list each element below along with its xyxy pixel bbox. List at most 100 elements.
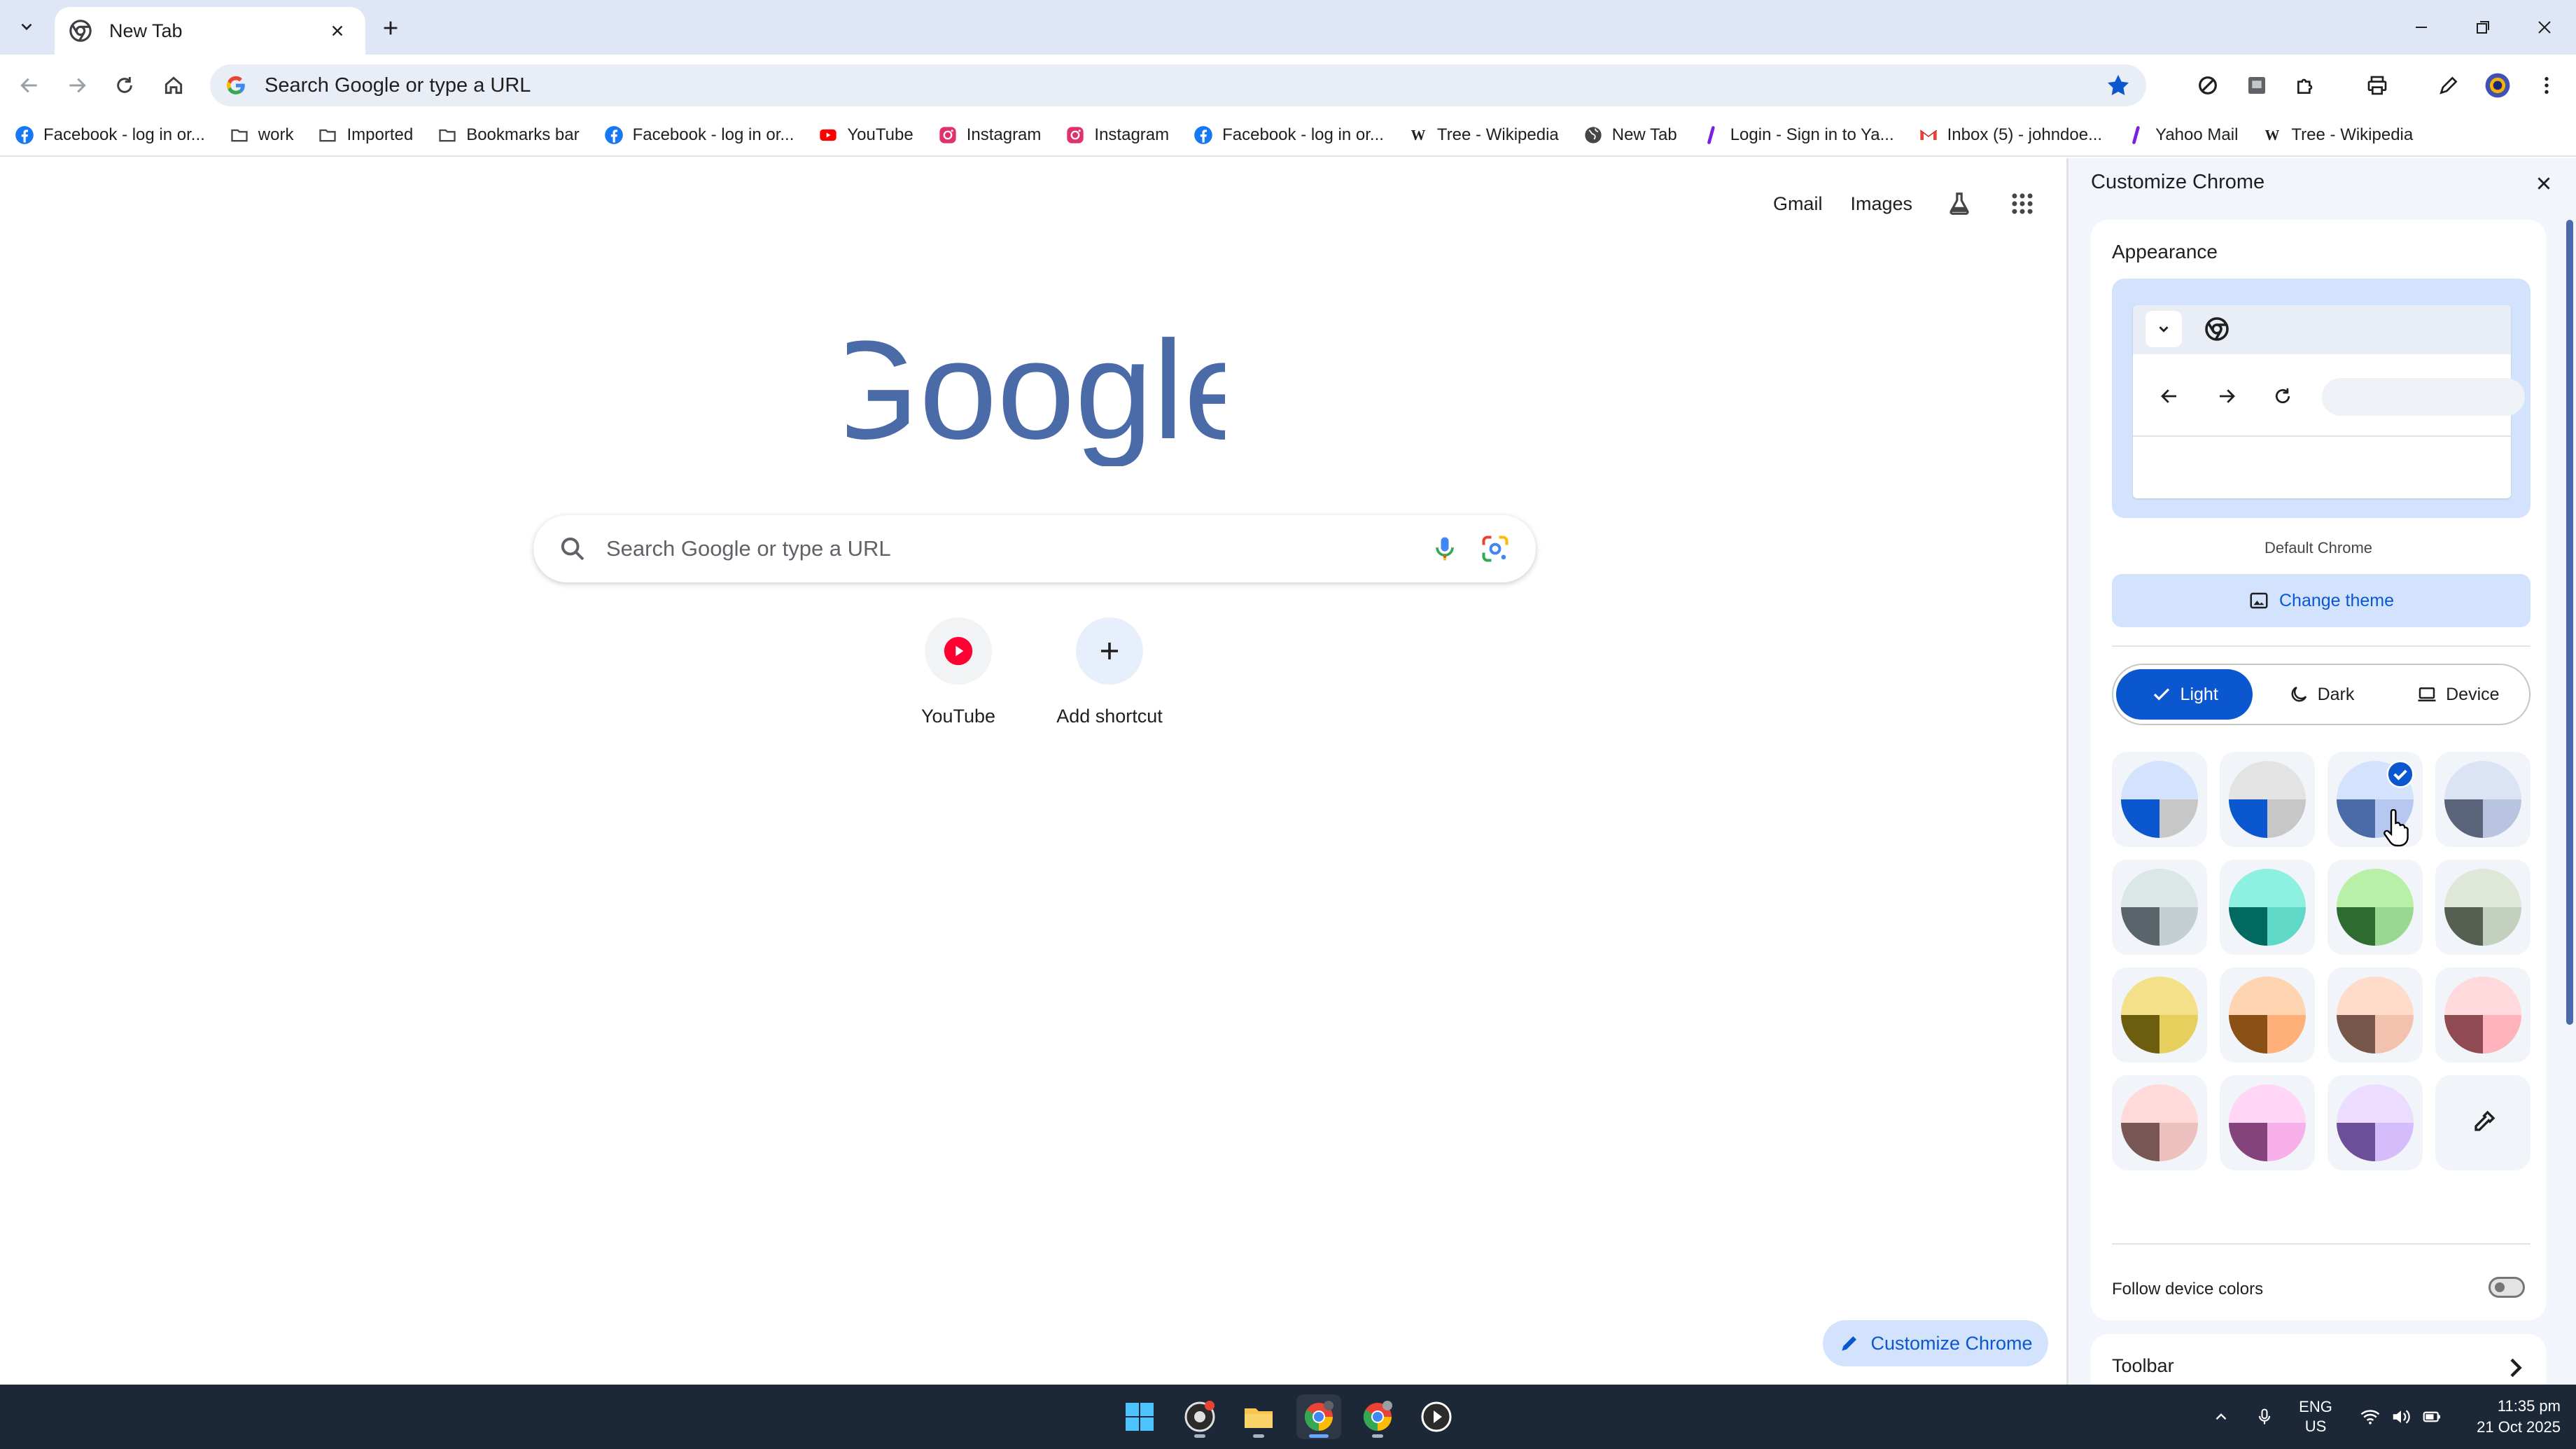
labs-button[interactable] [1943, 188, 1975, 220]
bookmark-item[interactable]: Instagram [937, 125, 1041, 146]
bookmark-item[interactable]: Instagram [1065, 125, 1169, 146]
show-hidden-icons-button[interactable] [2205, 1385, 2237, 1449]
custom-color-swatch[interactable] [2435, 1075, 2530, 1170]
color-swatch[interactable] [2112, 752, 2207, 847]
running-indicator [1253, 1434, 1264, 1438]
home-button[interactable] [155, 67, 192, 104]
restore-button[interactable] [2458, 10, 2507, 45]
customize-pen-button[interactable] [2430, 67, 2467, 104]
shortcut-add[interactable]: Add shortcut [1043, 617, 1176, 727]
omnibox-text: Search Google or type a URL [265, 74, 531, 97]
plus-icon [1101, 643, 1118, 659]
ntp-search-box[interactable]: Search Google or type a URL [533, 515, 1536, 582]
wikipedia-icon: W [2262, 125, 2283, 146]
swatch-circle [2444, 976, 2521, 1054]
swatch-circle [2444, 761, 2521, 838]
volume-icon [2393, 1410, 2410, 1424]
mode-light-button[interactable]: Light [2116, 669, 2253, 720]
color-swatch[interactable] [2220, 967, 2315, 1063]
google-apps-button[interactable] [2006, 188, 2038, 220]
color-swatch[interactable] [2328, 860, 2423, 955]
omnibox[interactable]: Search Google or type a URL [210, 64, 2146, 106]
bookmark-item[interactable]: W Tree - Wikipedia [1408, 125, 1558, 146]
start-button[interactable] [1117, 1394, 1162, 1439]
follow-device-colors-toggle[interactable] [2488, 1277, 2525, 1298]
color-swatch[interactable] [2112, 860, 2207, 955]
folder-icon [317, 125, 338, 146]
new-tab-button[interactable] [375, 13, 406, 43]
color-swatch[interactable] [2220, 752, 2315, 847]
taskbar-chrome-dev[interactable] [1177, 1394, 1222, 1439]
google-lens-icon[interactable] [1480, 533, 1511, 564]
profile-button[interactable] [2479, 67, 2516, 104]
screenshot-extension-button[interactable] [2239, 67, 2275, 104]
running-indicator [1309, 1434, 1329, 1438]
clock-button[interactable]: 11:35 pm 21 Oct 2025 [2457, 1385, 2561, 1449]
bookmark-item[interactable]: Bookmarks bar [437, 125, 580, 146]
color-swatch[interactable] [2220, 860, 2315, 955]
taskbar-chrome-active[interactable] [1296, 1394, 1341, 1439]
taskbar-file-explorer[interactable] [1236, 1394, 1281, 1439]
preview-tab-search [2146, 311, 2182, 347]
bookmark-item[interactable]: Facebook - log in or... [1193, 125, 1384, 146]
bookmark-item[interactable]: Facebook - log in or... [14, 125, 205, 146]
color-swatch[interactable] [2220, 1075, 2315, 1170]
print-button[interactable] [2359, 67, 2395, 104]
minimize-button[interactable] [2397, 10, 2446, 45]
bookmark-item[interactable]: work [229, 125, 293, 146]
bookmark-item[interactable]: Imported [317, 125, 413, 146]
mode-label: Device [2446, 684, 2500, 704]
mode-dark-button[interactable]: Dark [2253, 669, 2389, 720]
preview-divider [2133, 435, 2511, 437]
close-window-button[interactable] [2520, 10, 2569, 45]
bookmark-star-icon[interactable] [2104, 71, 2132, 99]
shortcut-youtube[interactable]: YouTube [892, 617, 1025, 727]
preview-window [2133, 305, 2525, 498]
color-swatch[interactable] [2112, 1075, 2207, 1170]
color-swatch[interactable] [2435, 967, 2530, 1063]
extensions-button[interactable] [2288, 67, 2324, 104]
bookmark-item[interactable]: Yahoo Mail [2126, 125, 2238, 146]
shortcut-label: YouTube [920, 706, 996, 727]
close-icon [2538, 21, 2551, 34]
swatch-circle [2337, 1084, 2414, 1161]
adblock-extension-button[interactable] [2190, 67, 2226, 104]
color-swatch[interactable] [2435, 752, 2530, 847]
reload-button[interactable] [106, 67, 143, 104]
chrome-icon [1363, 1401, 1392, 1432]
language-indicator[interactable]: ENG US [2295, 1385, 2337, 1449]
microphone-tray-button[interactable] [2247, 1385, 2282, 1449]
bookmark-item[interactable]: Facebook - log in or... [603, 125, 794, 146]
bookmark-item[interactable]: New Tab [1583, 125, 1677, 146]
bookmark-item[interactable]: W Tree - Wikipedia [2262, 125, 2413, 146]
color-swatch[interactable] [2328, 967, 2423, 1063]
panel-scrollbar[interactable] [2566, 220, 2573, 1025]
change-theme-button[interactable]: Change theme [2112, 574, 2530, 627]
color-swatch[interactable] [2435, 860, 2530, 955]
color-swatch[interactable] [2328, 1075, 2423, 1170]
gmail-link[interactable]: Gmail [1773, 193, 1823, 215]
bookmark-item[interactable]: YouTube [818, 125, 913, 146]
windows-taskbar: ENG US 11:35 pm 21 Oct 2025 [0, 1385, 2576, 1449]
avatar [2485, 73, 2510, 98]
bookmark-item[interactable]: Login - Sign in to Ya... [1701, 125, 1894, 146]
back-button[interactable] [11, 67, 48, 104]
close-icon [2538, 177, 2550, 190]
tab-new-tab[interactable]: New Tab [55, 7, 365, 55]
preview-reload [2269, 382, 2297, 410]
images-link[interactable]: Images [1850, 193, 1912, 215]
customize-chrome-button[interactable]: Customize Chrome [1823, 1320, 2048, 1366]
panel-close-button[interactable] [2528, 168, 2559, 199]
forward-button[interactable] [59, 67, 95, 104]
tab-close-button[interactable] [323, 17, 351, 45]
network-volume-battery-button[interactable] [2352, 1385, 2450, 1449]
minimize-icon [2416, 27, 2427, 28]
chrome-menu-button[interactable] [2528, 67, 2565, 104]
microphone-icon[interactable] [1429, 533, 1460, 564]
color-swatch[interactable] [2112, 967, 2207, 1063]
mode-device-button[interactable]: Device [2390, 669, 2526, 720]
bookmark-item[interactable]: Inbox (5) - johndoe... [1918, 125, 2102, 146]
taskbar-chrome-profile[interactable] [1355, 1394, 1400, 1439]
tab-search-button[interactable] [10, 11, 43, 42]
taskbar-media-player[interactable] [1414, 1394, 1459, 1439]
